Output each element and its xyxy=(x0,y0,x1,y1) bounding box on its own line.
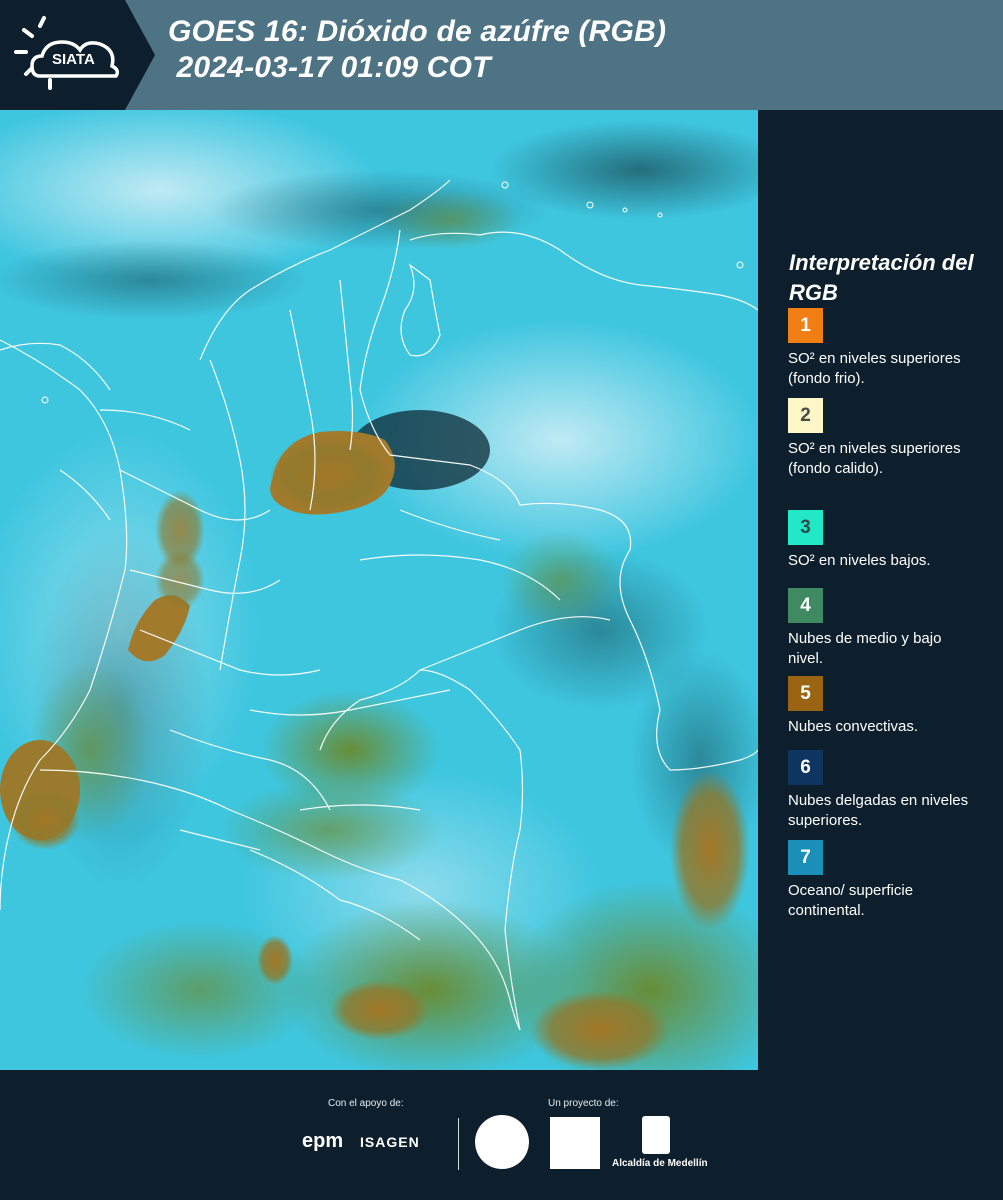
header-bar: SIATA GOES 16: Dióxido de azúfre (RGB) 2… xyxy=(0,0,1003,110)
siata-logo-graphic: SIATA xyxy=(0,0,155,110)
legend-label: Nubes de medio y bajo nivel. xyxy=(788,630,942,667)
support-label: Con el apoyo de: xyxy=(328,1098,404,1109)
legend-item-6: 6 Nubes delgadas en niveles superiores. xyxy=(788,750,988,831)
satellite-image xyxy=(0,110,758,1070)
legend-swatch: 1 xyxy=(788,308,823,343)
legend-label: Nubes convectivas. xyxy=(788,718,919,735)
page-title: GOES 16: Dióxido de azúfre (RGB) 2024-03… xyxy=(168,14,666,86)
legend-item-7: 7 Oceano/ superficie continental. xyxy=(788,840,988,921)
satellite-map[interactable] xyxy=(0,110,758,1070)
legend-title: Interpretación del RGB xyxy=(789,250,974,305)
legend-label: SO² en niveles superiores (fondo calido)… xyxy=(788,440,961,477)
legend-panel: Interpretación del RGB 1 SO² en niveles s… xyxy=(775,110,1003,1070)
legend-label: Oceano/ superficie continental. xyxy=(788,882,914,919)
medellin-seal-icon[interactable] xyxy=(475,1115,529,1169)
legend-label: Nubes delgadas en niveles superiores. xyxy=(788,792,969,829)
legend-item-5: 5 Nubes convectivas. xyxy=(788,676,988,737)
siata-logo[interactable]: SIATA xyxy=(0,0,155,110)
legend-label: SO² en niveles superiores (fondo frio). xyxy=(788,350,961,387)
logo-text: SIATA xyxy=(52,51,95,68)
legend-swatch: 7 xyxy=(788,840,823,875)
epm-logo[interactable]: epm xyxy=(302,1130,343,1153)
legend-swatch: 3 xyxy=(788,510,823,545)
legend-swatch: 5 xyxy=(788,676,823,711)
isagen-logo[interactable]: ISAGEN xyxy=(360,1134,420,1150)
footer: Con el apoyo de: Un proyecto de: epm ISA… xyxy=(0,1070,1003,1200)
legend-swatch: 6 xyxy=(788,750,823,785)
legend-swatch: 2 xyxy=(788,398,823,433)
footer-divider xyxy=(458,1118,459,1170)
legend-label: SO² en niveles bajos. xyxy=(788,552,931,569)
legend-item-3: 3 SO² en niveles bajos. xyxy=(788,510,988,571)
legend-item-2: 2 SO² en niveles superiores (fondo calido… xyxy=(788,398,988,479)
legend-swatch: 4 xyxy=(788,588,823,623)
alcaldia-label[interactable]: Alcaldía de Medellín xyxy=(612,1158,708,1169)
legend-item-4: 4 Nubes de medio y bajo nivel. xyxy=(788,588,988,669)
alcaldia-shield-icon[interactable] xyxy=(642,1116,670,1154)
area-metropolitana-logo[interactable] xyxy=(550,1117,600,1169)
legend-item-1: 1 SO² en niveles superiores (fondo frio). xyxy=(788,308,988,389)
title-line-2: 2024-03-17 01:09 COT xyxy=(168,51,491,84)
title-line-1: GOES 16: Dióxido de azúfre (RGB) xyxy=(168,15,667,48)
project-label: Un proyecto de: xyxy=(548,1098,619,1109)
